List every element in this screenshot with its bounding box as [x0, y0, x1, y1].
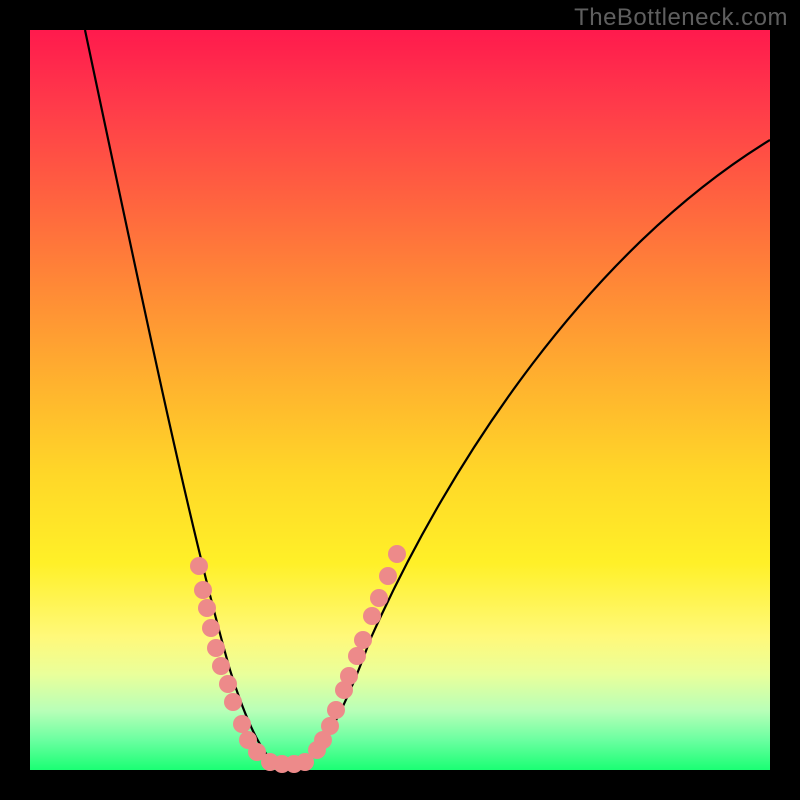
data-point	[321, 717, 339, 735]
data-point	[190, 557, 208, 575]
data-point	[194, 581, 212, 599]
data-point	[354, 631, 372, 649]
data-point	[327, 701, 345, 719]
data-point	[207, 639, 225, 657]
data-point	[379, 567, 397, 585]
data-point	[340, 667, 358, 685]
data-point	[224, 693, 242, 711]
data-point	[388, 545, 406, 563]
chart-frame: TheBottleneck.com	[0, 0, 800, 800]
data-point	[370, 589, 388, 607]
data-point	[363, 607, 381, 625]
data-point	[198, 599, 216, 617]
watermark-text: TheBottleneck.com	[574, 4, 788, 32]
data-point	[219, 675, 237, 693]
bottleneck-curve	[85, 30, 770, 770]
curve-svg	[30, 30, 770, 770]
data-point	[212, 657, 230, 675]
data-point	[202, 619, 220, 637]
data-point	[348, 647, 366, 665]
plot-area	[30, 30, 770, 770]
